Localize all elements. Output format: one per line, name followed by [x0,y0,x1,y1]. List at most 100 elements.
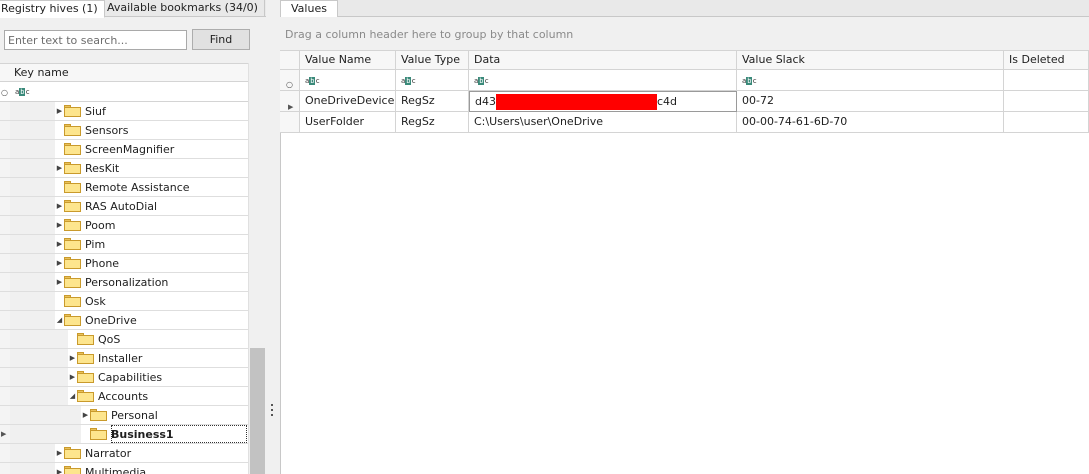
expand-arrow-icon[interactable]: ▶ [55,444,64,462]
tree-node[interactable]: ▶ Phone [0,254,248,273]
tree-node[interactable]: ▶ Siuf [0,102,248,121]
cell-value-type[interactable]: RegSz [396,91,469,112]
tree-node[interactable]: ▶ ResKit [0,159,248,178]
tree-node-content[interactable]: ◢ OneDrive [55,311,137,329]
tree-node[interactable]: QoS [0,330,248,349]
tree-node-label: Capabilities [98,370,163,384]
find-button[interactable]: Find [192,29,250,50]
tree-node[interactable]: ▶ Poom [0,216,248,235]
tree-node[interactable]: ▶ Pim [0,235,248,254]
expand-arrow-icon[interactable]: ▶ [68,368,77,386]
cell-data[interactable]: d43c c4d [469,91,737,112]
tree-node-content[interactable]: ▶ Multimedia [55,463,146,474]
tree-node-content[interactable]: ▶ Phone [55,254,119,272]
tree-column-header[interactable]: Key name [0,63,248,82]
tree-node-content[interactable]: ▶ Personal [81,406,158,424]
tab-available-bookmarks[interactable]: Available bookmarks (34/0) [101,0,265,17]
cell-is-deleted[interactable] [1004,112,1089,133]
tree-node-content[interactable]: ▶ RAS AutoDial [55,197,157,215]
tree-node-content[interactable]: Remote Assistance [55,178,190,196]
tree-node[interactable]: ▶ Multimedia [0,463,248,474]
values-pane: Values Drag a column header here to grou… [280,0,1089,474]
tree-scrollbar-thumb[interactable] [250,348,265,474]
cell-data[interactable]: C:\Users\user\OneDrive [469,112,737,133]
tree-node[interactable]: ▶ RAS AutoDial [0,197,248,216]
tree-node[interactable]: Osk [0,292,248,311]
filter-data[interactable]: abc [469,70,737,91]
indent-band [10,349,68,367]
tree-node[interactable]: ▶ Installer [0,349,248,368]
folder-icon [77,371,94,383]
collapse-arrow-icon[interactable]: ◢ [68,387,77,405]
tree-filter-row[interactable]: ○ abc [0,82,248,102]
row-indicator [0,273,10,291]
table-row[interactable]: UserFolder RegSz C:\Users\user\OneDrive … [280,112,1089,133]
header-indicator [280,51,300,70]
tree-node-content[interactable]: ScreenMagnifier [55,140,174,158]
tree-node-content[interactable]: ▶ Personalization [55,273,169,291]
tree-node-content[interactable]: ▶ Narrator [55,444,131,462]
filter-value-slack[interactable]: abc [737,70,1004,91]
tree-node[interactable]: ◢ Accounts [0,387,248,406]
expand-arrow-icon[interactable]: ▶ [55,254,64,272]
tree-node[interactable]: ▶ Personalization [0,273,248,292]
tree-node[interactable]: Remote Assistance [0,178,248,197]
registry-key-tree[interactable]: ▶ Siuf Sensors ScreenMagnifier ▶ ResKit Remote… [0,102,248,474]
expand-arrow-icon[interactable]: ▶ [55,102,64,120]
tree-node-content[interactable]: ▶ Installer [68,349,143,367]
column-header-is-deleted[interactable]: Is Deleted [1004,51,1089,70]
expand-arrow-icon[interactable]: ▶ [55,463,64,474]
text-filter-icon: abc [15,88,30,96]
expand-arrow-icon[interactable]: ▶ [55,273,64,291]
folder-icon [77,390,94,402]
tree-node-content[interactable]: ▶ Siuf [55,102,106,120]
tree-node[interactable]: ◢ OneDrive [0,311,248,330]
expand-arrow-icon[interactable]: ▶ [81,406,90,424]
tab-registry-hives[interactable]: Registry hives (1) [0,0,105,18]
filter-value-type[interactable]: abc [396,70,469,91]
filter-is-deleted[interactable] [1004,70,1089,91]
tree-node-content[interactable]: QoS [68,330,120,348]
tree-node-content[interactable]: Osk [55,292,106,310]
tree-node-content[interactable]: ▶ Pim [55,235,105,253]
tree-node[interactable]: Sensors [0,121,248,140]
column-header-value-type[interactable]: Value Type [396,51,469,70]
column-header-data[interactable]: Data [469,51,737,70]
expand-arrow-icon[interactable]: ▶ [55,216,64,234]
pane-splitter[interactable] [266,0,280,474]
tree-node-content[interactable]: Sensors [55,121,128,139]
tree-node-content[interactable]: ▶ Poom [55,216,116,234]
tree-node-content[interactable]: ◢ Accounts [68,387,148,405]
cell-value-slack[interactable]: 00-72 [737,91,1004,112]
column-header-value-name[interactable]: Value Name [300,51,396,70]
cell-value-name[interactable]: OneDriveDeviceId [300,91,396,112]
tree-node[interactable]: ▶ Capabilities [0,368,248,387]
tree-node[interactable]: ▶ Business1 [0,425,248,444]
tree-node[interactable]: ScreenMagnifier [0,140,248,159]
indent-band [10,406,81,424]
expand-arrow-icon[interactable]: ▶ [68,349,77,367]
cell-value-type[interactable]: RegSz [396,112,469,133]
tree-node-content[interactable]: ▶ Capabilities [68,368,162,386]
search-input[interactable] [4,30,187,50]
filter-value-name[interactable]: abc [300,70,396,91]
cell-value-name[interactable]: UserFolder [300,112,396,133]
cell-value-slack[interactable]: 00-00-74-61-6D-70 [737,112,1004,133]
tree-node[interactable]: ▶ Narrator [0,444,248,463]
tab-values[interactable]: Values [280,0,338,18]
expand-arrow-icon[interactable]: ▶ [55,159,64,177]
tree-scrollbar[interactable] [248,63,266,474]
expand-arrow-icon[interactable]: ▶ [55,235,64,253]
table-row[interactable]: ▶ OneDriveDeviceId RegSz d43c c4d 00-72 [280,91,1089,112]
column-header-value-slack[interactable]: Value Slack [737,51,1004,70]
row-indicator [0,102,10,120]
tree-node-label: ResKit [85,161,120,175]
tree-node-content[interactable]: Business1 [81,425,174,443]
group-by-panel[interactable]: Drag a column header here to group by th… [280,17,1089,51]
expand-arrow-icon[interactable]: ▶ [55,197,64,215]
collapse-arrow-icon[interactable]: ◢ [55,311,64,329]
cell-is-deleted[interactable] [1004,91,1089,112]
tree-node[interactable]: ▶ Personal [0,406,248,425]
tree-node-content[interactable]: ▶ ResKit [55,159,119,177]
